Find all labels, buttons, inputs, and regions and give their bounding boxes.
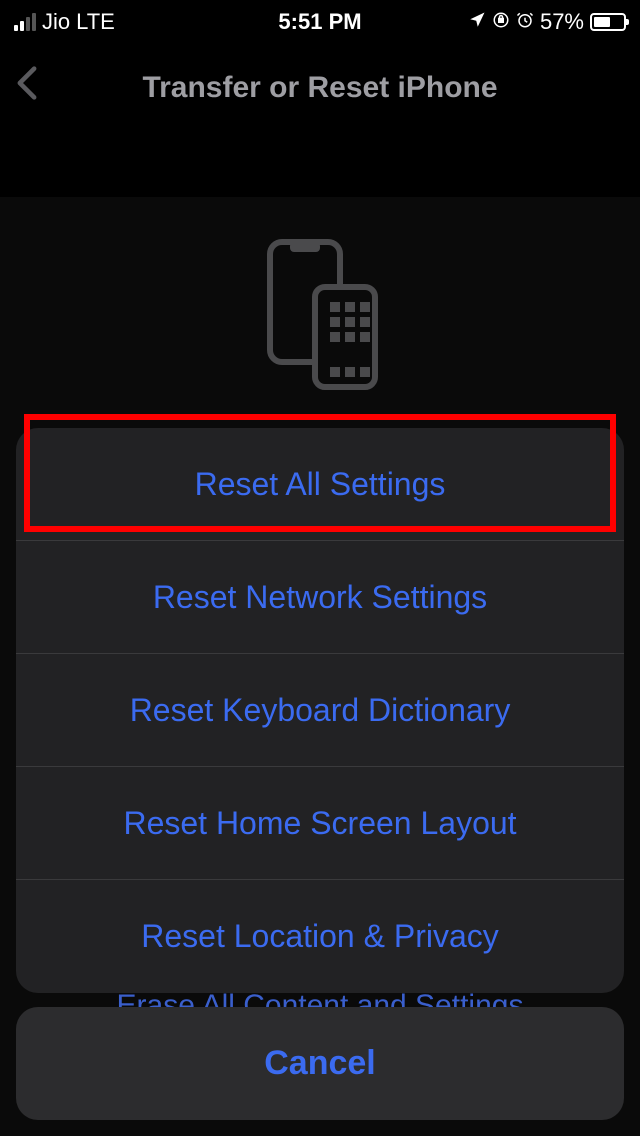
nav-bar: Transfer or Reset iPhone — [0, 44, 640, 132]
lock-rotation-icon — [492, 9, 510, 35]
cancel-button[interactable]: Cancel — [16, 1007, 624, 1120]
reset-all-settings-option[interactable]: Reset All Settings — [16, 428, 624, 541]
reset-home-screen-layout-option[interactable]: Reset Home Screen Layout — [16, 767, 624, 880]
reset-action-sheet: Reset All Settings Reset Network Setting… — [16, 428, 624, 1120]
reset-location-privacy-option[interactable]: Reset Location & Privacy — [16, 880, 624, 993]
reset-options-group: Reset All Settings Reset Network Setting… — [16, 428, 624, 993]
back-button[interactable] — [16, 65, 38, 111]
status-left: Jio LTE — [14, 9, 115, 35]
status-right: 57% — [468, 9, 626, 35]
status-bar: Jio LTE 5:51 PM 57% — [0, 0, 640, 44]
page-title: Transfer or Reset iPhone — [14, 71, 626, 105]
reset-network-settings-option[interactable]: Reset Network Settings — [16, 541, 624, 654]
battery-percent: 57% — [540, 9, 584, 35]
transfer-devices-icon — [0, 197, 640, 392]
network-label: LTE — [76, 9, 115, 35]
location-icon — [468, 9, 486, 35]
signal-icon — [14, 13, 36, 31]
battery-icon — [590, 13, 626, 31]
clock: 5:51 PM — [278, 9, 361, 35]
reset-keyboard-dictionary-option[interactable]: Reset Keyboard Dictionary — [16, 654, 624, 767]
carrier-label: Jio — [42, 9, 70, 35]
alarm-icon — [516, 9, 534, 35]
